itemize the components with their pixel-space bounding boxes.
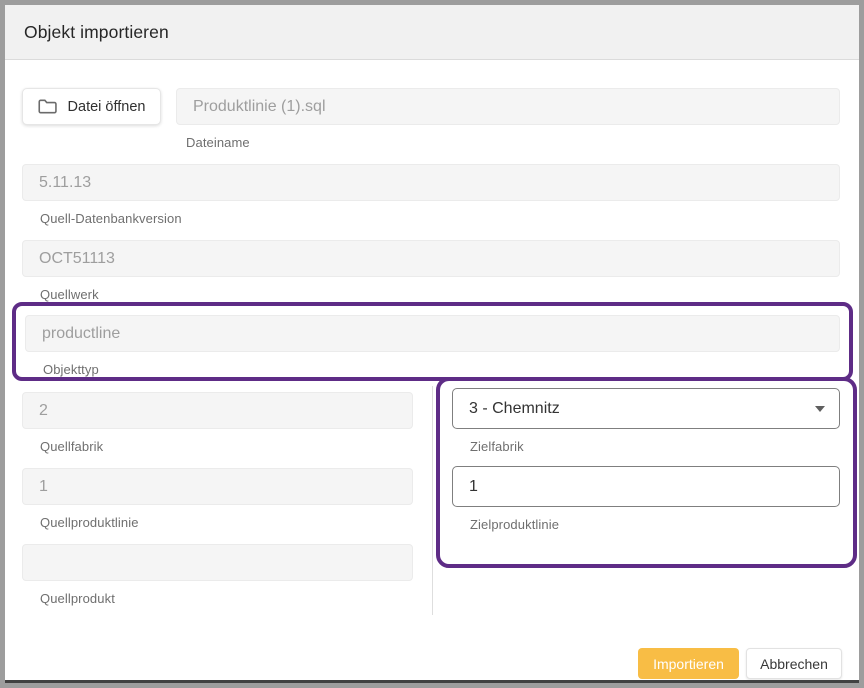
folder-icon [38, 99, 57, 114]
zielfabrik-select[interactable]: 3 - Chemnitz [452, 388, 840, 429]
open-file-button[interactable]: Datei öffnen [22, 88, 161, 125]
objekttyp-label: Objekttyp [43, 362, 99, 377]
zielfabrik-label: Zielfabrik [470, 439, 524, 454]
quellwerk-field [22, 240, 840, 277]
cancel-button[interactable]: Abbrechen [746, 648, 842, 679]
dateiname-field [176, 88, 840, 125]
quellprodukt-label: Quellprodukt [40, 591, 115, 606]
objekttyp-field [25, 315, 840, 352]
window-frame: Objekt importieren Datei öffnen Dateinam… [0, 0, 864, 688]
dialog-title: Objekt importieren [24, 5, 169, 59]
quellproduktlinie-label: Quellproduktlinie [40, 515, 139, 530]
import-object-dialog: Objekt importieren Datei öffnen Dateinam… [5, 5, 859, 680]
quellwerk-label: Quellwerk [40, 287, 99, 302]
column-divider [432, 386, 433, 615]
dialog-header: Objekt importieren [5, 5, 859, 60]
quell-datenbankversion-label: Quell-Datenbankversion [40, 211, 182, 226]
import-button[interactable]: Importieren [638, 648, 739, 679]
zielproduktlinie-field[interactable] [452, 466, 840, 507]
quellprodukt-field [22, 544, 413, 581]
quellfabrik-field [22, 392, 413, 429]
quellproduktlinie-field [22, 468, 413, 505]
open-file-button-label: Datei öffnen [68, 99, 146, 115]
zielfabrik-selected-value: 3 - Chemnitz [469, 400, 560, 418]
quellfabrik-label: Quellfabrik [40, 439, 103, 454]
quell-datenbankversion-field [22, 164, 840, 201]
caret-down-icon [815, 406, 825, 412]
zielproduktlinie-label: Zielproduktlinie [470, 517, 559, 532]
dateiname-label: Dateiname [186, 135, 250, 150]
